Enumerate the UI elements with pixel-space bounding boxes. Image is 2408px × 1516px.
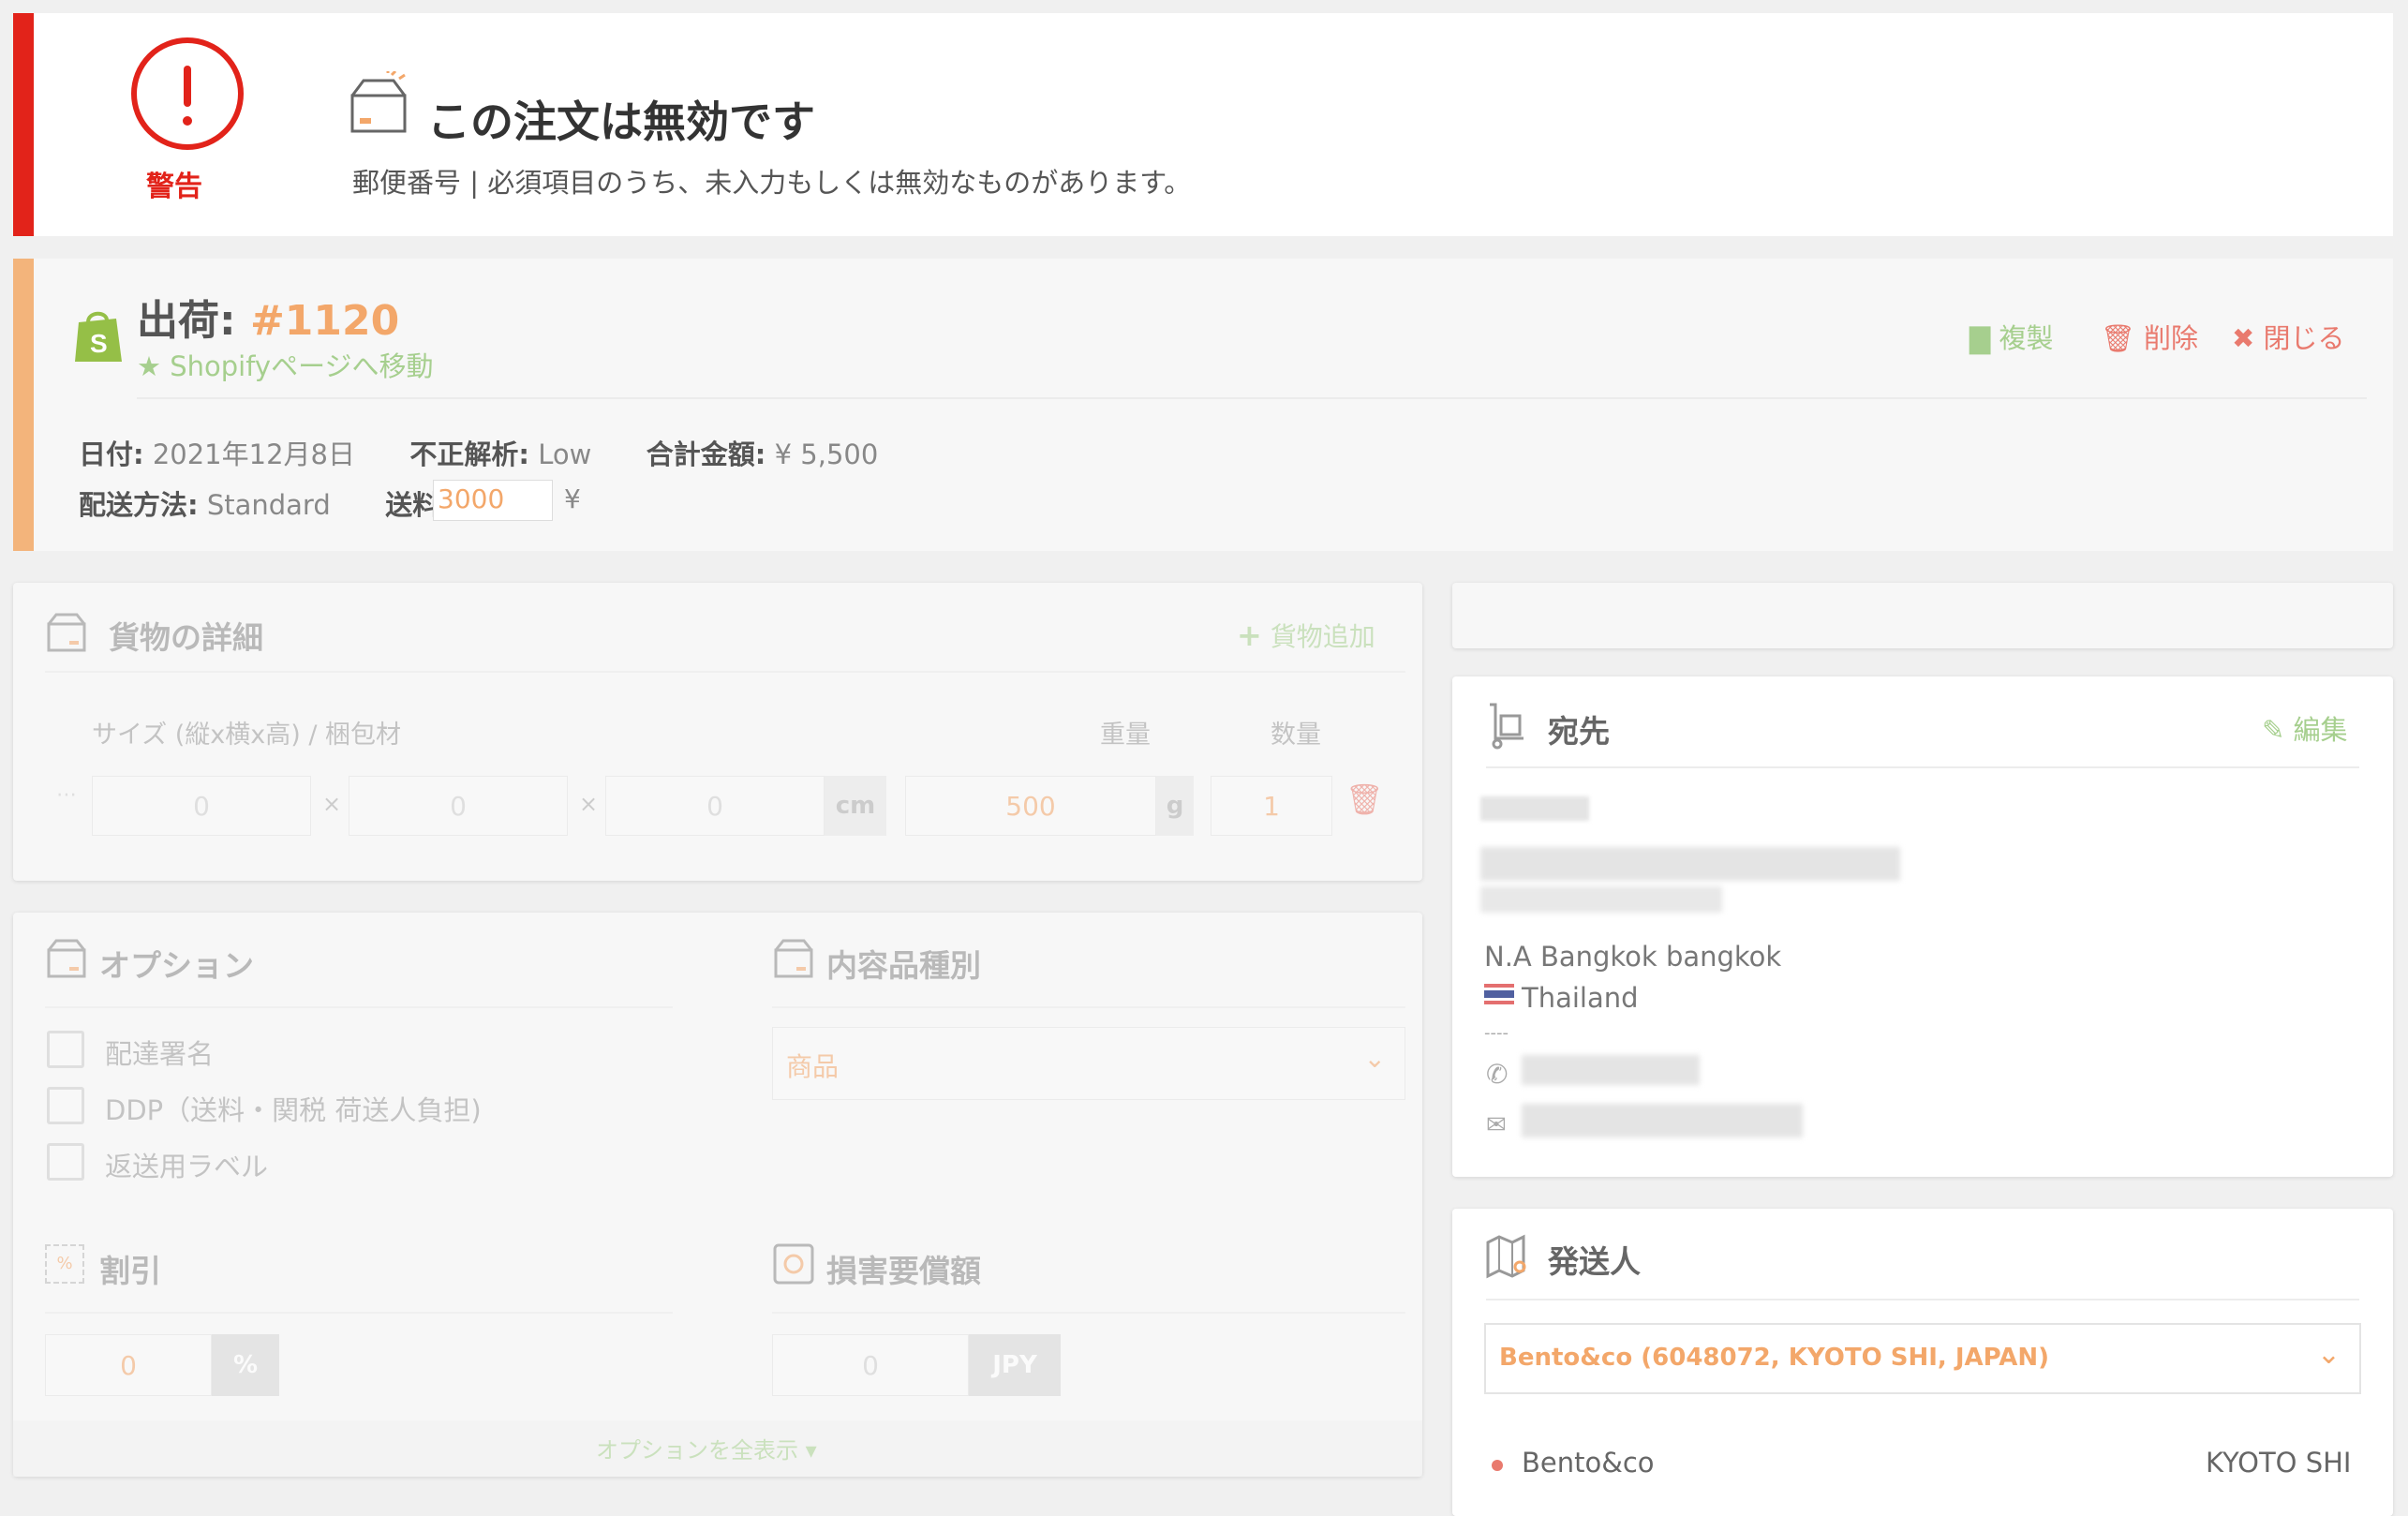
svg-text:S: S [90, 329, 108, 358]
country: Thailand [1522, 982, 1639, 1014]
redacted-email [1522, 1104, 1803, 1137]
edit-button[interactable]: ✎ 編集 [2262, 708, 2348, 748]
meta-line-1: 日付: 2021年12月8日 不正解析: Low 合計金額: ¥ 5,500 [79, 438, 879, 470]
trash-icon[interactable]: 🗑 [1345, 781, 1384, 817]
sender-select-value: Bento&co (6048072, KYOTO SHI, JAPAN) [1499, 1344, 2050, 1372]
content-type-select[interactable]: 商品 ⌄ [772, 1027, 1405, 1100]
add-cargo-button[interactable]: + 貨物追加 [1237, 617, 1375, 654]
shipping-fee-input[interactable]: 3000 [433, 480, 553, 521]
phone-icon: ✆ [1486, 1059, 1509, 1090]
cargo-title: 貨物の詳細 [109, 619, 263, 656]
delete-button[interactable]: 🗑 削除 [2101, 317, 2198, 356]
mail-icon: ✉ [1486, 1111, 1507, 1139]
weight-input[interactable]: 500 [905, 776, 1156, 836]
package-icon [47, 613, 86, 652]
date-value: 2021年12月8日 [152, 438, 355, 470]
method-value: Standard [206, 489, 331, 521]
sender-title: 発送人 [1548, 1243, 1641, 1280]
fee-currency: ¥ [564, 483, 581, 514]
trash-icon: 🗑 [2101, 322, 2135, 354]
hand-truck-icon [1490, 703, 1524, 750]
discount-input[interactable]: 0 [45, 1334, 212, 1396]
options-title: オプション [99, 947, 254, 984]
size-header: サイズ (縦x横x高) / 梱包材 [92, 721, 402, 750]
sender-name: Bento&co [1522, 1447, 1655, 1479]
thailand-flag-icon [1484, 984, 1514, 1004]
pencil-icon: ✎ [2262, 714, 2285, 746]
cargo-card: 貨物の詳細 + 貨物追加 サイズ (縦x横x高) / 梱包材 重量 数量 ⋯ 0… [13, 583, 1422, 881]
times-sign: × [579, 791, 599, 817]
ddp-checkbox[interactable] [47, 1087, 84, 1124]
copy-icon: ▇ [1970, 322, 1991, 354]
length-input[interactable]: 0 [92, 776, 311, 836]
shopify-icon: S [75, 311, 122, 362]
checkbox-label: 配達署名 [105, 1038, 215, 1070]
insurance-title: 損害要償額 [826, 1253, 981, 1289]
times-sign: × [322, 791, 342, 817]
package-icon [774, 939, 813, 978]
width-input[interactable]: 0 [349, 776, 568, 836]
content-type-title: 内容品種別 [826, 947, 981, 984]
show-all-options-link[interactable]: オプションを全表示 ▾ [596, 1432, 817, 1464]
warning-label: 警告 [146, 171, 202, 203]
empty-panel [1452, 583, 2393, 648]
return-label-checkbox[interactable] [47, 1143, 84, 1181]
percent-icon: % [45, 1244, 84, 1284]
weight-header: 重量 [1100, 721, 1151, 750]
chevron-down-icon: ⌄ [2316, 1338, 2341, 1371]
location-dot-icon [1492, 1460, 1503, 1471]
qty-header: 数量 [1271, 721, 1321, 750]
plus-icon: + [1237, 617, 1262, 653]
city-line: N.A Bangkok bangkok [1484, 941, 1782, 973]
close-button[interactable]: ✖ 閉じる [2232, 317, 2345, 356]
checkbox-label: DDP（送料・関税 荷送人負担) [105, 1094, 482, 1126]
redacted-address [1480, 886, 1722, 913]
g-unit: g [1156, 776, 1194, 836]
sender-select[interactable]: Bento&co (6048072, KYOTO SHI, JAPAN) ⌄ [1484, 1323, 2361, 1394]
quantity-input[interactable]: 1 [1211, 776, 1332, 836]
sender-card: 発送人 Bento&co (6048072, KYOTO SHI, JAPAN)… [1452, 1209, 2393, 1516]
safe-icon [773, 1243, 814, 1285]
warning-title: この注文は無効です [427, 97, 815, 147]
map-icon [1486, 1234, 1526, 1279]
sender-city: KYOTO SHI [2206, 1447, 2352, 1479]
meta-line-2: 配送方法: Standard 送料: [79, 489, 451, 521]
warning-message: 郵便番号 | 必須項目のうち、未入力もしくは無効なものがあります。 [352, 167, 1192, 199]
shopify-link[interactable]: ★ Shopifyページへ移動 [137, 345, 434, 384]
alert-icon [131, 37, 244, 150]
close-icon: ✖ [2232, 322, 2255, 354]
cm-unit: cm [825, 776, 886, 836]
total-value: ¥ 5,500 [774, 438, 879, 470]
order-number: #1120 [249, 297, 400, 345]
shipment-title-label: 出荷: [137, 297, 236, 345]
fraud-value: Low [538, 438, 592, 470]
box-icon [350, 71, 407, 133]
insurance-input[interactable]: 0 [772, 1334, 969, 1396]
height-input[interactable]: 0 [605, 776, 825, 836]
signature-checkbox[interactable] [47, 1031, 84, 1068]
options-card: オプション 配達署名 DDP（送料・関税 荷送人負担) 返送用ラベル 内容品種別… [13, 913, 1422, 1477]
percent-unit: % [212, 1334, 279, 1396]
discount-title: 割引 [99, 1253, 161, 1289]
warning-banner: 警告 この注文は無効です 郵便番号 | 必須項目のうち、未入力もしくは無効なもの… [13, 13, 2393, 236]
content-type-value: 商品 [786, 1051, 840, 1082]
jpy-unit: JPY [969, 1334, 1061, 1396]
package-icon [47, 939, 86, 978]
duplicate-button[interactable]: ▇ 複製 [1970, 317, 2054, 356]
dashes: ---- [1484, 1023, 1509, 1043]
shipment-title: 出荷: #1120 [137, 287, 399, 347]
chevron-down-icon: ⌄ [1363, 1043, 1386, 1074]
checkbox-label: 返送用ラベル [105, 1151, 269, 1182]
redacted-name [1480, 796, 1589, 821]
redacted-phone [1522, 1055, 1700, 1085]
recipient-title: 宛先 [1548, 713, 1610, 750]
drag-handle-icon[interactable]: ⋯ [56, 783, 77, 807]
redacted-address [1480, 847, 1900, 881]
shipment-card: S 出荷: #1120 ★ Shopifyページへ移動 ▇ 複製 🗑 削除 ✖ … [13, 259, 2393, 551]
recipient-card: 宛先 ✎ 編集 N.A Bangkok bangkok Thailand ---… [1452, 676, 2393, 1177]
